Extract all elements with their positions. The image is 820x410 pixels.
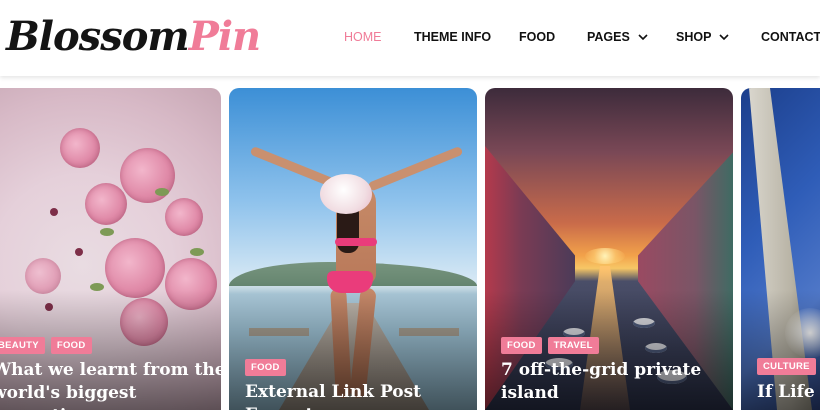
nav-home[interactable]: HOME: [344, 30, 382, 44]
logo-text-main: Blossom: [6, 12, 190, 60]
post-tags: FOOD TRAVEL: [501, 337, 599, 354]
nav-pages[interactable]: PAGES: [587, 30, 648, 44]
nav-food[interactable]: FOOD: [519, 30, 555, 44]
tag-travel[interactable]: TRAVEL: [547, 337, 599, 354]
tag-food[interactable]: FOOD: [501, 337, 542, 354]
post-title-line: If Life D: [757, 382, 820, 402]
logo-text-accent: Pin: [188, 12, 261, 60]
post-title[interactable]: If Life D: [757, 381, 820, 404]
nav-shop-label: SHOP: [676, 30, 712, 44]
site-header: Blossom Pin HOME THEME INFO FOOD PAGES SH…: [0, 0, 820, 76]
post-title-line: External Link Post Format: [245, 382, 422, 410]
hat-shape: [320, 174, 372, 214]
flower-shape: [85, 183, 127, 225]
post-card[interactable]: BEAUTY FOOD What we learnt from the worl…: [0, 88, 221, 410]
bud-shape: [50, 208, 58, 216]
post-tags: BEAUTY FOOD: [0, 337, 92, 354]
post-tags: FOOD: [245, 359, 286, 376]
leaf-shape: [155, 188, 169, 196]
nav-theme-info[interactable]: THEME INFO: [414, 30, 491, 44]
post-title-line: 7 off-the-grid private: [501, 360, 702, 380]
leaf-shape: [190, 248, 204, 256]
flower-shape: [165, 198, 203, 236]
bud-shape: [75, 248, 83, 256]
post-title[interactable]: 7 off-the-grid private island: [501, 359, 726, 405]
tag-food[interactable]: FOOD: [245, 359, 286, 376]
tag-food[interactable]: FOOD: [50, 337, 92, 354]
leaf-shape: [100, 228, 114, 236]
tag-culture[interactable]: CULTURE: [757, 358, 816, 375]
post-tags: CULTURE F: [757, 358, 820, 375]
post-title-line: What we learnt from the: [0, 360, 221, 380]
chevron-down-icon: [638, 34, 648, 41]
post-title[interactable]: External Link Post Format: [245, 381, 477, 410]
flower-shape: [25, 258, 61, 294]
nav-shop[interactable]: SHOP: [676, 30, 730, 44]
post-title-line: world's biggest cosmetic-: [0, 383, 137, 410]
chevron-down-icon: [719, 34, 730, 41]
post-title-line: island: [501, 383, 559, 403]
swimsuit-shape: [335, 238, 377, 246]
sun-shape: [585, 248, 625, 264]
tag-beauty[interactable]: BEAUTY: [0, 337, 45, 354]
nav-contact[interactable]: CONTACT: [761, 30, 820, 44]
post-card[interactable]: FOOD External Link Post Format: [229, 88, 477, 410]
site-logo[interactable]: Blossom Pin: [6, 6, 261, 66]
post-card[interactable]: CULTURE F If Life D: [741, 88, 820, 410]
post-card[interactable]: FOOD TRAVEL 7 off-the-grid private islan…: [485, 88, 733, 410]
flower-shape: [60, 128, 100, 168]
nav-pages-label: PAGES: [587, 30, 630, 44]
post-title[interactable]: What we learnt from the world's biggest …: [0, 359, 221, 410]
arm-shape: [367, 145, 464, 192]
flower-shape: [105, 238, 165, 298]
